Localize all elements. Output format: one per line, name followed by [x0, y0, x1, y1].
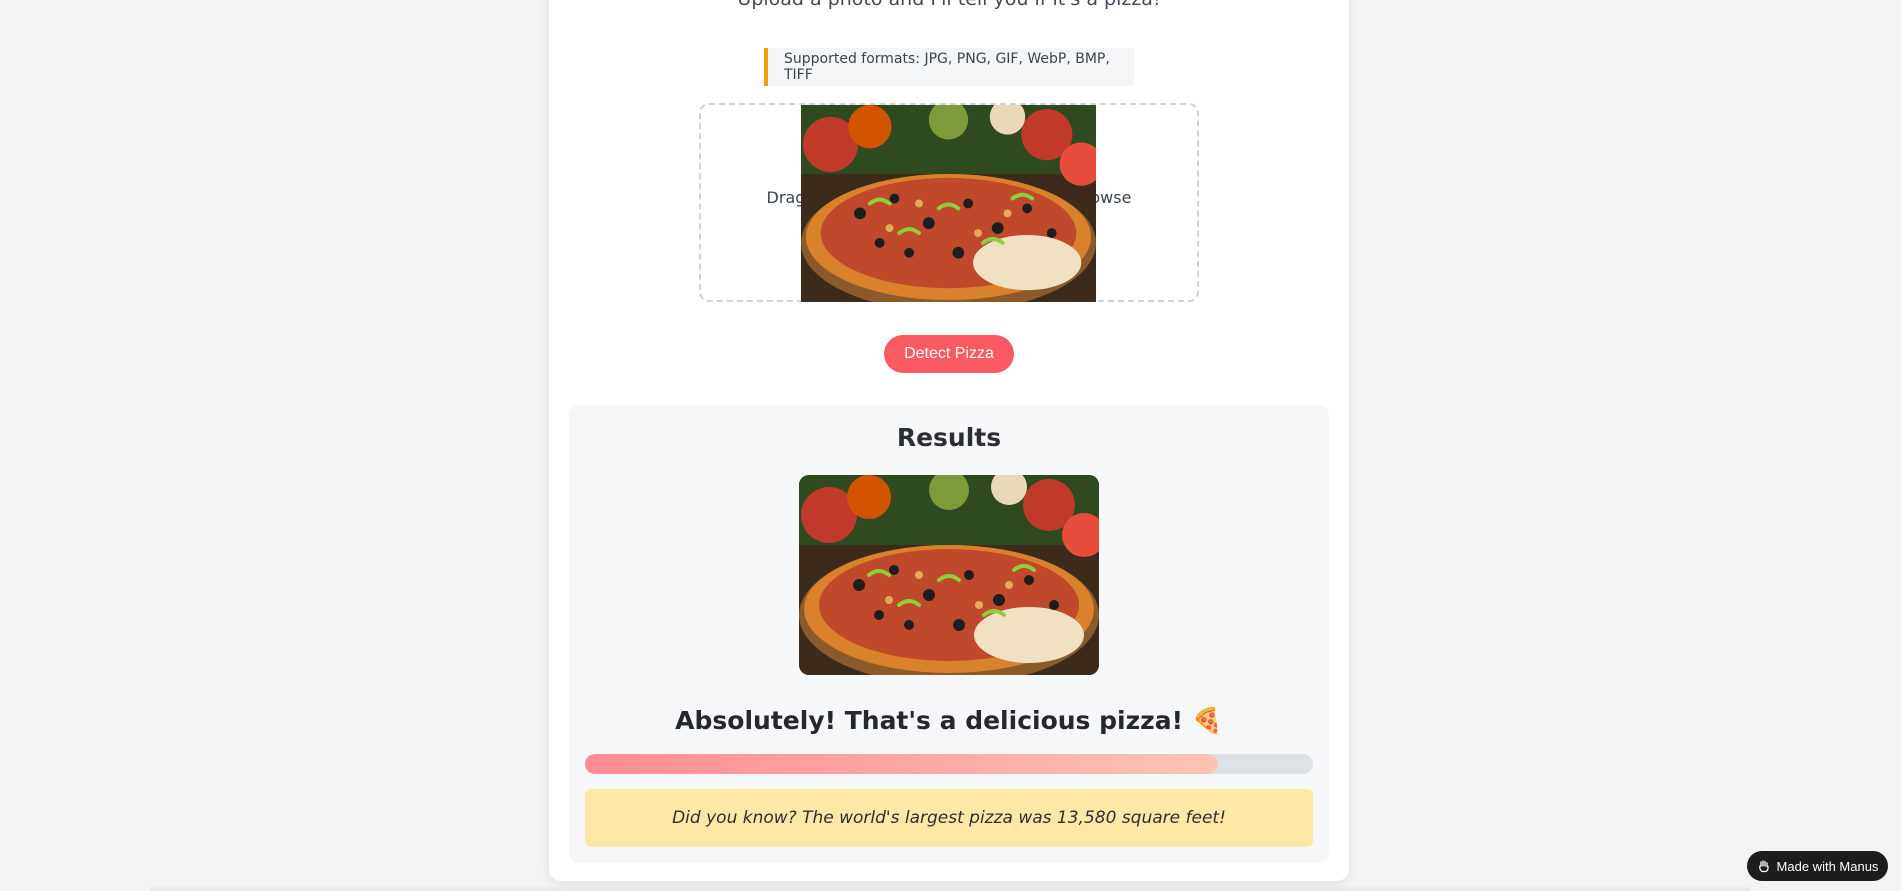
- supported-formats-note: Supported formats: JPG, PNG, GIF, WebP, …: [764, 48, 1134, 86]
- page-subtitle: Upload a photo and I'll tell you if it's…: [549, 0, 1349, 10]
- confidence-bar: [585, 754, 1313, 774]
- detect-pizza-button[interactable]: Detect Pizza: [884, 335, 1014, 373]
- made-with-manus-badge[interactable]: Made with Manus: [1747, 851, 1888, 881]
- pizza-fact: Did you know? The world's largest pizza …: [585, 789, 1313, 847]
- main-card: Upload a photo and I'll tell you if it's…: [549, 0, 1349, 881]
- upload-dropzone[interactable]: Drag & drop an image here or click to br…: [699, 103, 1199, 302]
- results-panel: Results Absolutely! That's a delicious p…: [569, 405, 1329, 863]
- verdict-text: Absolutely! That's a delicious pizza! 🍕: [675, 706, 1223, 735]
- badge-label: Made with Manus: [1776, 858, 1879, 874]
- results-title: Results: [896, 423, 1002, 452]
- manus-hand-icon: [1757, 859, 1771, 873]
- result-image: [799, 475, 1099, 675]
- bottom-shadow: [150, 885, 1750, 891]
- upload-preview-image: [801, 105, 1096, 302]
- confidence-bar-fill: [585, 754, 1219, 774]
